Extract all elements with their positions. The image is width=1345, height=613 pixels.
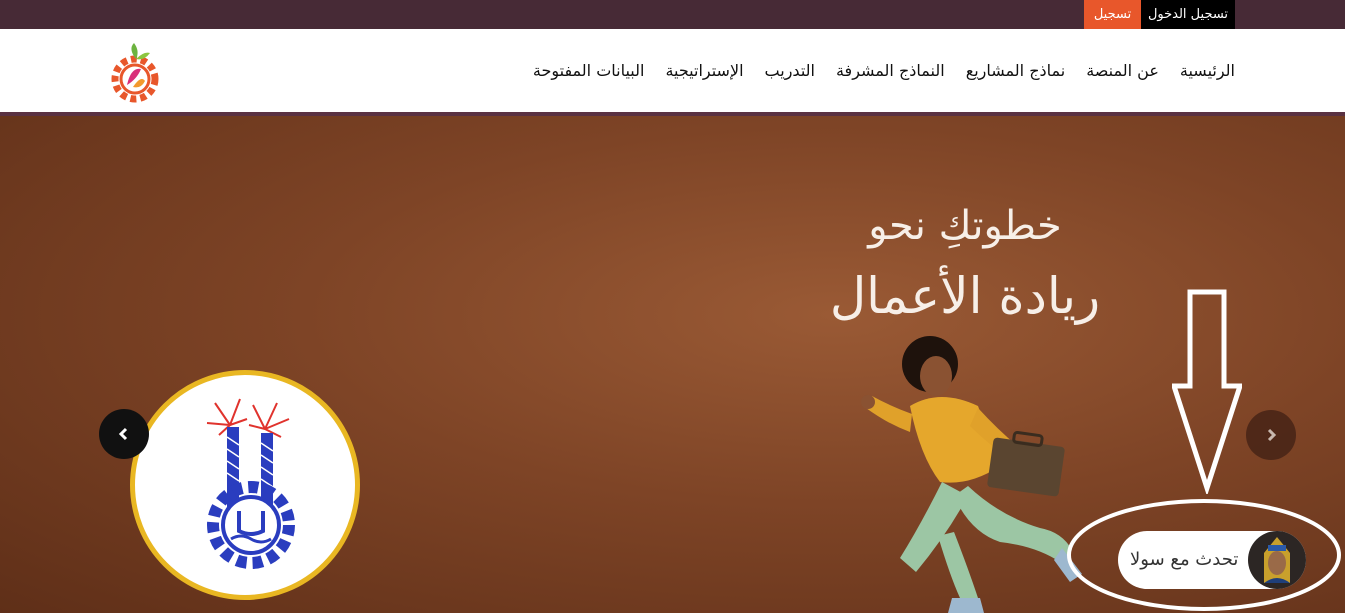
login-button[interactable]: تسجيل الدخول [1141, 0, 1235, 29]
chat-label: تحدث مع سولا [1130, 549, 1239, 570]
site-logo[interactable] [106, 41, 164, 105]
chevron-right-icon [1267, 428, 1277, 442]
hero-slider: خطوتكِ نحو ريادة الأعمال تحدث مع سولا [0, 116, 1345, 613]
main-navbar: الرئيسية عن المنصة نماذج المشاريع النماذ… [0, 29, 1345, 116]
hero-headline-line1: خطوتكِ نحو [868, 203, 1062, 249]
top-bar: تسجيل الدخول تسجيل [0, 0, 1345, 29]
slider-prev-button[interactable] [99, 409, 149, 459]
chat-avatar[interactable] [1248, 531, 1306, 589]
nav-item-home[interactable]: الرئيسية [1180, 61, 1235, 80]
jumping-woman-image [861, 336, 1082, 613]
nav-item-about[interactable]: عن المنصة [1086, 61, 1159, 80]
nav-item-strategy[interactable]: الإستراتيجية [665, 61, 743, 80]
down-arrow-icon [1172, 289, 1242, 494]
chevron-left-icon [118, 427, 128, 441]
nav-item-project-models[interactable]: نماذج المشاريع [966, 61, 1066, 80]
factory-emblem [130, 370, 360, 600]
nav-menu: الرئيسية عن المنصة نماذج المشاريع النماذ… [533, 29, 1235, 112]
nav-item-honorable-models[interactable]: النماذج المشرفة [836, 61, 945, 80]
nav-item-open-data[interactable]: البيانات المفتوحة [533, 61, 645, 80]
hero-headline: خطوتكِ نحو ريادة الأعمال [800, 194, 1130, 334]
nav-item-training[interactable]: التدريب [765, 61, 815, 80]
slider-next-button[interactable] [1246, 410, 1296, 460]
hero-headline-line2: ريادة الأعمال [829, 267, 1101, 325]
chat-widget[interactable]: تحدث مع سولا [1118, 531, 1306, 589]
register-button[interactable]: تسجيل [1084, 0, 1141, 29]
